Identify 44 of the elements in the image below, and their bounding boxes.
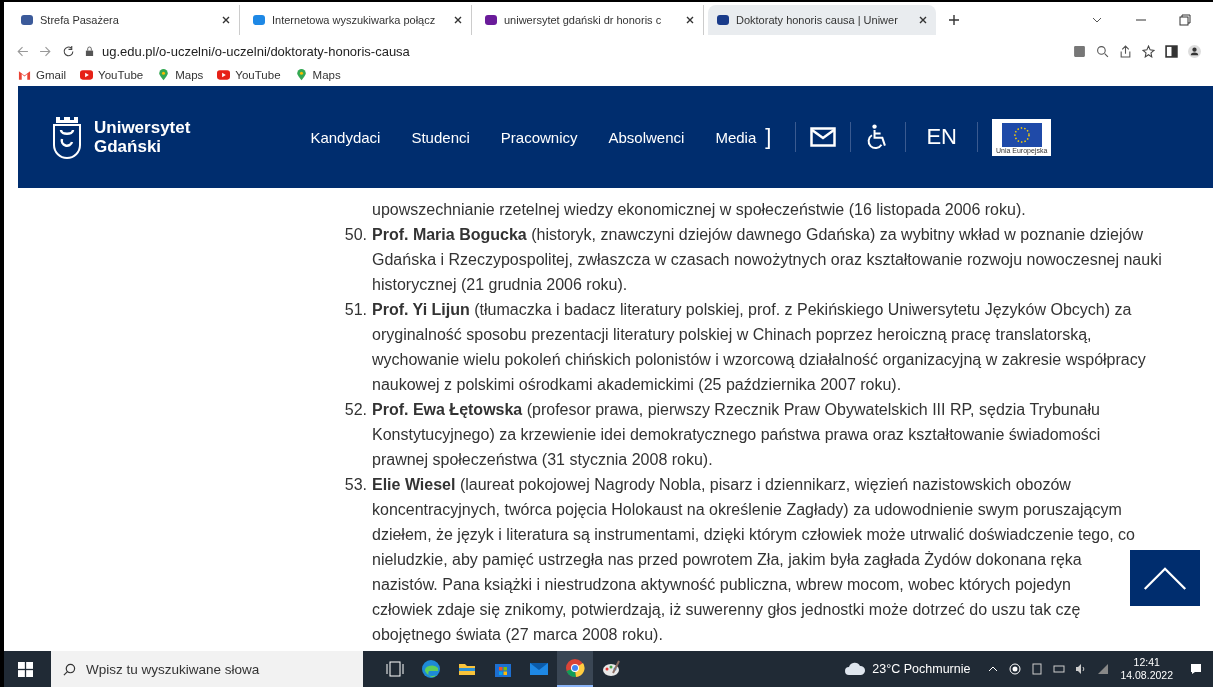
browser-tab[interactable]: Strefa Pasażera [12, 5, 240, 35]
nav-link[interactable]: Media [715, 128, 757, 146]
entry-text-line: naukowej z polskimi ośrodkami akademickimi (25 października 2007 roku). [372, 375, 903, 395]
browser-tab[interactable]: uniwersytet gdański dr honoris c [476, 5, 704, 35]
browser-tab[interactable]: Doktoraty honoris causa | Uniwer [708, 5, 936, 35]
university-name: Uniwersytet [94, 118, 191, 137]
entry-text-line: obojętnego świata (27 marca 2008 roku). [372, 625, 664, 645]
list-number: 52. [343, 400, 368, 420]
nav-link[interactable]: Pracownicy [500, 128, 578, 146]
entry-text-line: Elie Wiesel (laureat pokojowej Nagrody Nobla, pisarz i dziennikarz, więzień nazistowskich obozów [372, 475, 1072, 495]
bracket-mark: ] [765, 124, 772, 150]
entry-text-line: Konstytucyjnego) za krzewienie idei demokratycznego państwa prawa oraz kształtowanie świadomości [372, 425, 1101, 445]
entry-text-line: prawnej społeczeństwa (31 stycznia 2008 roku). [372, 450, 714, 470]
entry-text-line: wychowanie wielu pokoleń chińskich polonistów i wzorcową działalność organizacyjną w zakresie współpracy [372, 350, 1146, 370]
university-name: Gdański [94, 137, 163, 156]
entry-text-line: upowszechnianie rzetelnej wiedzy ekonomicznej w społeczeństwie (16 listopada 2006 roku). [372, 200, 1026, 220]
language-link[interactable]: EN [926, 124, 957, 150]
list-number: 51. [343, 300, 368, 320]
entry-text-line: nazistów. Pana książki i niestrudzona aktywność publiczna, wbrew mocom, wobec których pojedyn [372, 575, 1072, 595]
bookmark[interactable]: YouTube [80, 69, 144, 81]
nav-link[interactable]: Studenci [411, 128, 470, 146]
entry-text-line: Prof. Ewa Łętowska (profesor prawa, pierwszy Rzecznik Praw Obywatelskich III RP, sędzia Trybunału [372, 400, 1101, 420]
bookmark[interactable]: Maps [157, 69, 204, 81]
entry-text-line: koncentracyjnych, twórca pojęcia Holokaust na określenie Zagłady) za udowodnienie swym poruszającym [372, 500, 1123, 520]
nav-link[interactable]: Kandydaci [310, 128, 381, 146]
bookmark[interactable]: Maps [294, 69, 341, 81]
browser-tab[interactable]: Internetowa wyszukiwarka połącz [244, 5, 472, 35]
weather-text[interactable]: 23°C Pochmurnie [872, 662, 971, 676]
search-field[interactable]: Wpisz tu wyszukiwane słowa [51, 651, 363, 687]
list-number: 53. [343, 475, 368, 495]
entry-text-line: człowiek zdaje się znikomy, potwierdzają, iż suwerenny głos jednostki może dotrzeć do uszu tak czę [372, 600, 1082, 620]
clock[interactable]: 12:41 14.08.2022 [1120, 656, 1173, 682]
entry-text-line: Prof. Maria Bogucka (historyk, znawczyni dziejów dawnego Gdańska) za wybitny wkład w poznanie dziejów [372, 225, 1144, 245]
entry-text-line: historycznej (21 grudnia 2006 roku). [372, 275, 629, 295]
nav-link[interactable]: Absolwenci [608, 128, 685, 146]
address-field[interactable]: ug.edu.pl/o-uczelni/o-uczelni/doktoraty-honoris-causa [85, 40, 1063, 62]
entry-text-line: Gdańska i Rzeczypospolitej, zwłaszcza w czasach nowożytnych oraz kształtowanie rozwoju nowoczesnej nauki [372, 250, 1162, 270]
entry-text-line: oryginalność sposobu prezentacji literatury polskiej w Chinach poprzez heroiczną pracę translatorską, [372, 325, 1093, 345]
entry-text-line: Prof. Yi Lijun (tłumaczka i badacz literatury polskiej, prof. z Pekińskiego Uniwersytetu Języków Obcych) za [372, 300, 1133, 320]
bookmark[interactable]: YouTube [217, 69, 281, 81]
bookmark[interactable]: Gmail [18, 69, 67, 81]
entry-text-line: nieludzkie, aby pamięć ustrzegła nas przed powrotem Zła, jakim była zagłada Żydów dokonana ręka [372, 550, 1083, 570]
entry-text-line: dziełem, że język i literatura są instrumentami, dzięki którym człowiek może utrwalić doświadczenie tego, co [372, 525, 1135, 545]
list-number: 50. [343, 225, 368, 245]
